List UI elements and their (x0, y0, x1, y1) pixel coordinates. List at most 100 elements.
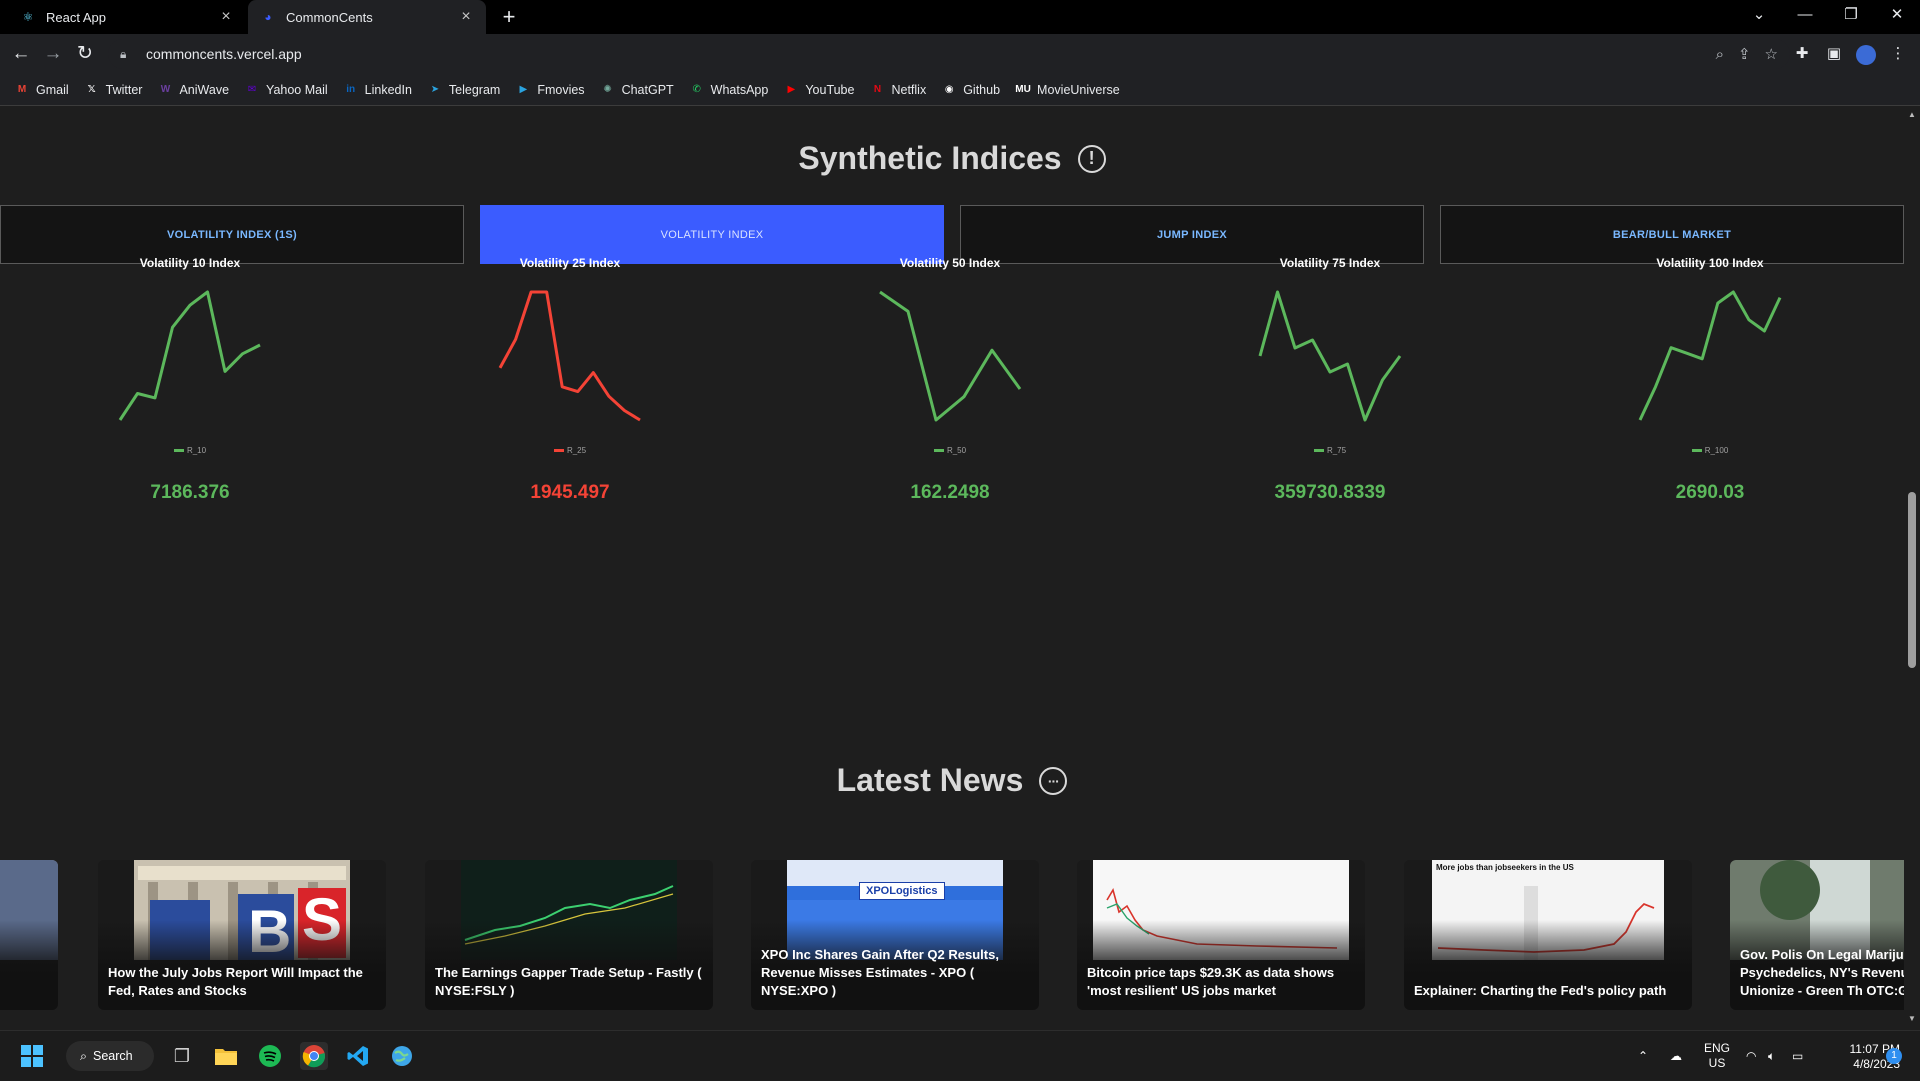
info-icon[interactable]: ! (1077, 144, 1106, 173)
news-headline[interactable]: How the July Jobs Report Will Impact the… (108, 964, 378, 1000)
minimize-button[interactable]: — (1782, 0, 1828, 34)
globe-app-icon[interactable] (388, 1042, 416, 1070)
bookmark-label: Gmail (36, 82, 69, 97)
news-card[interactable]: BSHow the July Jobs Report Will Impact t… (98, 860, 386, 1010)
lock-icon[interactable]: 🔒︎ (120, 47, 134, 62)
share-icon[interactable]: ⇪ (1738, 45, 1751, 63)
bookmark-telegram[interactable]: ➤ Telegram (427, 82, 501, 98)
commoncents-icon: ◕ (264, 10, 272, 24)
bookmark-label: Yahoo Mail (266, 82, 328, 97)
bookmark-github[interactable]: ◉ Github (941, 82, 1000, 98)
tab-search-chevron-icon[interactable]: ⌄ (1736, 0, 1782, 34)
chatgpt-icon: ✺ (603, 84, 612, 95)
legend-swatch (1691, 449, 1702, 452)
reload-button[interactable]: ↻ (72, 41, 98, 67)
bookmark-yahoo-mail[interactable]: ✉ Yahoo Mail (244, 82, 328, 98)
more-icon[interactable]: ··· (1039, 766, 1068, 795)
bookmark-chatgpt[interactable]: ✺ ChatGPT (600, 82, 673, 98)
page-scrollbar[interactable]: ▲ ▼ (1904, 106, 1920, 1030)
news-card[interactable]: Bitcoin price taps $29.3K as data shows … (1077, 860, 1365, 1010)
bookmark-gmail[interactable]: M Gmail (14, 82, 69, 98)
url-text[interactable]: commoncents.vercel.app (146, 46, 302, 62)
browser-tab-commoncents[interactable]: ◕ CommonCents × (248, 0, 486, 34)
zoom-icon[interactable]: ⌕ (1716, 46, 1724, 63)
menu-kebab-icon[interactable]: ⋮ (1886, 42, 1910, 66)
gmail-icon: M (17, 84, 27, 95)
news-headline[interactable]: The Earnings Gapper Trade Setup - Fastly… (435, 964, 705, 1000)
bookmark-star-icon[interactable]: ☆ (1765, 45, 1778, 63)
legend-swatch (933, 449, 944, 452)
index-card[interactable]: Volatility 75 Index R_75 359730.8339 (1140, 256, 1520, 516)
news-headline[interactable]: XPO Inc Shares Gain After Q2 Results, Re… (761, 946, 1031, 1000)
wifi-icon[interactable]: ◠ (1746, 1031, 1756, 1081)
volume-icon[interactable]: 🔈︎ (1768, 1031, 1775, 1081)
bookmark-linkedin[interactable]: in LinkedIn (343, 82, 412, 98)
close-tab-icon[interactable]: × (218, 8, 234, 26)
legend-swatch (1313, 449, 1324, 452)
file-explorer-icon[interactable] (212, 1042, 240, 1070)
battery-icon[interactable]: ▭ (1792, 1031, 1803, 1081)
restore-button[interactable]: ❐ (1828, 0, 1874, 34)
browser-toolbar: ← → ↻ 🔒︎ commoncents.vercel.app ⌕ ⇪ ☆ ✚ … (0, 34, 1920, 74)
bookmark-movieuniverse[interactable]: MU MovieUniverse (1015, 82, 1119, 98)
close-window-button[interactable]: ✕ (1874, 0, 1920, 34)
bookmark-label: AniWave (179, 82, 230, 97)
news-card[interactable]: Gov. Polis On Legal Marijuana, Psychedel… (1730, 860, 1904, 1010)
news-headline[interactable]: Explainer: Charting the Fed's policy pat… (1414, 982, 1684, 1000)
bookmark-whatsapp[interactable]: ✆ WhatsApp (689, 82, 768, 98)
task-view-icon[interactable]: ❐ (168, 1042, 196, 1070)
tab-label: VOLATILITY INDEX (1S) (167, 228, 297, 241)
scroll-up-icon[interactable]: ▲ (1904, 110, 1920, 119)
profile-avatar[interactable] (1856, 45, 1876, 65)
news-card[interactable]: XPOLogistics XPO Inc Shares Gain After Q2… (751, 860, 1039, 1010)
scroll-down-icon[interactable]: ▼ (1904, 1014, 1920, 1023)
section-title: Synthetic Indices (798, 140, 1062, 176)
scrollbar-thumb[interactable] (1908, 492, 1916, 668)
bookmark-fmovies[interactable]: ▶ Fmovies (515, 82, 584, 98)
chrome-icon[interactable] (300, 1042, 328, 1070)
news-card[interactable]: The Earnings Gapper Trade Setup - Fastly… (425, 860, 713, 1010)
language-indicator[interactable]: ENG US (1704, 1031, 1730, 1081)
bookmark-label: Twitter (105, 82, 143, 97)
tab-label: BEAR/BULL MARKET (1612, 228, 1732, 241)
news-carousel: es Dip argins - ED ) BSHow the July Jobs … (0, 860, 1904, 1010)
address-bar[interactable]: 🔒︎ commoncents.vercel.app ⌕ ⇪ ☆ (108, 39, 1790, 69)
chart-legend: R_100 (1520, 446, 1900, 455)
index-card[interactable]: Volatility 25 Index R_25 1945.497 (380, 256, 760, 516)
show-hidden-icons-chevron[interactable]: ⌃ (1638, 1031, 1648, 1081)
index-price: 7186.376 (150, 482, 230, 503)
onedrive-icon[interactable]: ☁ (1670, 1031, 1682, 1081)
news-card[interactable]: es Dip argins - ED ) (0, 860, 58, 1010)
extensions-icon[interactable]: ✚ (1790, 42, 1814, 66)
bookmark-aniwave[interactable]: W AniWave (157, 82, 229, 98)
side-panel-icon[interactable]: ▣ (1822, 42, 1846, 66)
index-card[interactable]: Volatility 10 Index R_10 7186.376 (0, 256, 380, 516)
bookmark-twitter[interactable]: 𝕏 Twitter (84, 82, 143, 98)
vscode-icon[interactable] (344, 1042, 372, 1070)
news-headline[interactable]: es Dip argins - ED ) (0, 946, 50, 1000)
yahoo-mail-icon: ✉ (247, 84, 257, 95)
new-tab-button[interactable]: + (496, 4, 522, 30)
index-card[interactable]: Volatility 100 Index R_100 2690.03 (1520, 256, 1900, 516)
news-headline[interactable]: Gov. Polis On Legal Marijuana, Psychedel… (1740, 946, 1904, 1000)
browser-tab-react-app[interactable]: ⚛ React App × (8, 0, 246, 34)
tab-label: JUMP INDEX (1156, 228, 1228, 241)
forward-button[interactable]: → (40, 41, 66, 67)
windows-start-icon[interactable] (18, 1042, 46, 1070)
notification-badge[interactable]: 1 (1886, 1048, 1902, 1064)
bookmark-youtube[interactable]: ▶ YouTube (783, 82, 854, 98)
news-headline[interactable]: Bitcoin price taps $29.3K as data shows … (1087, 964, 1357, 1000)
index-card[interactable]: Volatility 50 Index R_50 162.2498 (760, 256, 1140, 516)
close-tab-icon[interactable]: × (458, 8, 474, 26)
telegram-icon: ➤ (430, 84, 440, 95)
react-icon: ⚛ (22, 10, 34, 24)
bookmark-label: LinkedIn (364, 82, 412, 97)
tab-title: CommonCents (286, 9, 373, 25)
bookmark-netflix[interactable]: N Netflix (869, 82, 926, 98)
legend-label: R_100 (1704, 446, 1729, 455)
back-button[interactable]: ← (8, 41, 34, 67)
spotify-icon[interactable] (256, 1042, 284, 1070)
legend-label: R_50 (946, 446, 967, 455)
news-card[interactable]: More jobs than jobseekers in the US Expla… (1404, 860, 1692, 1010)
taskbar-search-button[interactable]: ⌕ Search (66, 1041, 154, 1071)
